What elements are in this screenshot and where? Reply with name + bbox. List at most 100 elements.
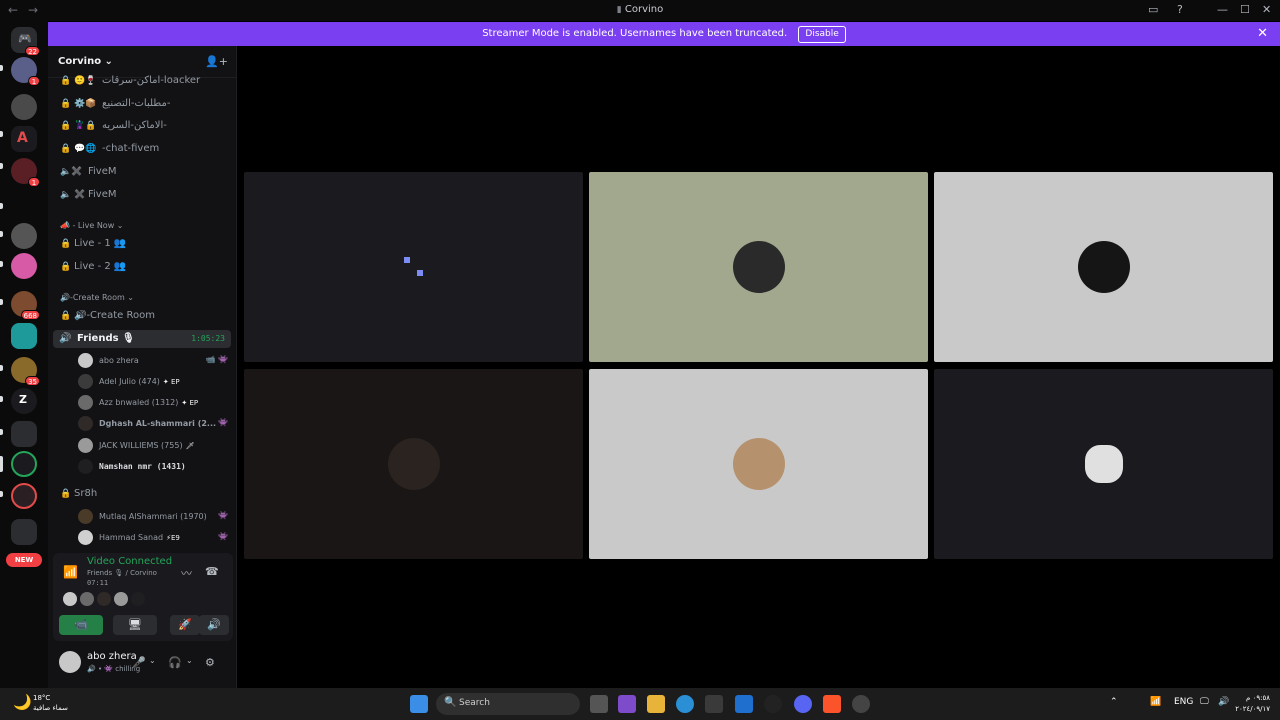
voice-user[interactable]: Namshan nmr (1431) xyxy=(78,458,228,476)
unread-pip xyxy=(0,299,3,305)
category-create-room[interactable]: 🔊-Create Room ⌄ xyxy=(60,293,134,302)
channel-item[interactable]: 🔈✖️FiveM xyxy=(60,189,230,207)
avatar[interactable] xyxy=(59,651,81,673)
invite-people-icon[interactable]: 👤+ xyxy=(205,55,228,68)
user-status-icons: 👾 xyxy=(218,418,228,427)
clock[interactable]: ٠٩:٥٨ م ٢٠٢٤/٠٩/١٧ xyxy=(1235,693,1270,715)
app-icon[interactable] xyxy=(764,695,782,713)
channel-name: 🔊-Create Room xyxy=(74,310,155,321)
video-tile[interactable] xyxy=(244,369,583,559)
voice-status[interactable]: Video Connected xyxy=(87,556,172,567)
voice-user[interactable]: Hammad Sanad ⚡E9 👾 xyxy=(78,529,228,547)
folder-icon[interactable] xyxy=(11,519,37,545)
microphone-icon[interactable]: 🎤 xyxy=(132,656,146,669)
chevron-down-icon[interactable]: ⌄ xyxy=(186,656,193,665)
file-explorer-icon[interactable] xyxy=(647,695,665,713)
edge-icon[interactable] xyxy=(676,695,694,713)
channel-item[interactable]: 🔒 ⚙️📦 مطلبات-التصنيع- xyxy=(60,98,230,116)
channel-item[interactable]: 🔈✖️FiveM xyxy=(60,166,230,184)
screen-share-button[interactable]: 🖥 xyxy=(113,615,157,635)
chevron-down-icon[interactable]: ⌄ xyxy=(149,656,156,665)
server-icon[interactable]: 1 xyxy=(11,158,40,187)
server-icon[interactable] xyxy=(11,483,37,509)
home-button[interactable]: 🎮 22 xyxy=(11,27,40,56)
username[interactable]: abo zhera xyxy=(87,651,137,662)
server-icon[interactable] xyxy=(11,223,37,249)
guild-header[interactable]: Corvino ⌄ 👤+ xyxy=(48,46,237,78)
channel-item[interactable]: 🔒 Live - 1 👥 xyxy=(60,238,230,256)
voice-user[interactable]: Mutlaq AlShammari (1970) 👾 xyxy=(78,508,228,526)
server-icon[interactable] xyxy=(11,253,37,279)
display-icon[interactable]: 🖵 xyxy=(1200,697,1209,707)
mail-icon[interactable] xyxy=(735,695,753,713)
channel-item[interactable]: 🔒 🦹🔒 الاماكن-السريه- xyxy=(60,120,230,138)
voice-user[interactable]: Azz bnwaled (1312) ✦ EP xyxy=(78,394,228,412)
brave-icon[interactable] xyxy=(823,695,841,713)
settings-icon[interactable]: ⚙ xyxy=(205,656,215,669)
soundboard-button[interactable]: 🔊 xyxy=(199,615,229,635)
server-icon[interactable] xyxy=(11,451,37,477)
unread-pip xyxy=(0,203,3,209)
activity-button[interactable]: 🚀 xyxy=(170,615,200,635)
moon-icon[interactable]: 🌙 xyxy=(13,693,32,711)
noise-suppression-icon[interactable]: 〰 xyxy=(181,565,192,581)
voice-user[interactable]: Dghash AL-shammari (2... 👾 xyxy=(78,415,228,433)
server-icon[interactable]: 35 xyxy=(11,357,40,386)
voice-user[interactable]: Adel Julio (474) ✦ EP xyxy=(78,373,228,391)
category-live-now[interactable]: 📣 - Live Now ⌄ xyxy=(60,221,123,230)
camera-button[interactable]: 📹 xyxy=(59,615,103,635)
server-icon[interactable] xyxy=(11,323,37,349)
start-icon[interactable] xyxy=(410,695,428,713)
guild-name[interactable]: Corvino ⌄ xyxy=(58,56,113,67)
inbox-icon[interactable]: ▭ xyxy=(1148,3,1158,16)
speaker-icon: 🔊 xyxy=(59,333,72,344)
volume-icon[interactable]: 🔊 xyxy=(1218,697,1229,707)
server-icon[interactable]: 1 xyxy=(11,57,40,86)
voice-user[interactable]: abo zhera 📹 👾 xyxy=(78,352,228,370)
voice-channel-path[interactable]: Friends 🎙 / Corvino xyxy=(87,569,157,577)
server-list: 🎮 22 1 A 1 668 35 Z NEW xyxy=(0,21,48,688)
signal-icon[interactable]: 📶 xyxy=(63,565,78,579)
active-voice-channel[interactable]: 🔊 Friends 🎙 1:05:23 xyxy=(53,330,231,348)
channel-item[interactable]: 🔒 Sr8h xyxy=(60,488,230,506)
server-icon[interactable]: Z xyxy=(11,388,37,414)
weather-temp[interactable]: 18°C xyxy=(33,694,50,702)
channel-emoji: 🦹🔒 xyxy=(74,121,97,131)
app-icon[interactable] xyxy=(618,695,636,713)
language-indicator[interactable]: ENG xyxy=(1174,697,1193,707)
discord-taskbar-icon[interactable] xyxy=(794,695,812,713)
app-icon[interactable] xyxy=(852,695,870,713)
wifi-icon[interactable]: 📶 xyxy=(1150,697,1161,707)
help-icon[interactable]: ? xyxy=(1177,3,1183,16)
video-tile[interactable] xyxy=(934,172,1273,362)
disconnect-icon[interactable]: ☎ xyxy=(205,565,219,578)
channel-item[interactable]: 🔒 Live - 2 👥 xyxy=(60,261,230,279)
channel-emoji: 💬🌐 xyxy=(74,144,97,154)
video-tile[interactable] xyxy=(244,172,583,362)
headphones-icon[interactable]: 🎧 xyxy=(168,656,182,669)
video-tile[interactable] xyxy=(589,369,928,559)
task-view-icon[interactable] xyxy=(590,695,608,713)
video-tile[interactable] xyxy=(934,369,1273,559)
server-icon[interactable]: A xyxy=(11,126,37,152)
disable-streamer-mode-button[interactable]: Disable xyxy=(798,26,846,43)
tray-up-icon[interactable]: ⌃ xyxy=(1110,697,1118,707)
minimize-button[interactable]: — xyxy=(1217,3,1228,16)
maximize-button[interactable]: ☐ xyxy=(1240,3,1250,16)
video-tile[interactable] xyxy=(589,172,928,362)
close-window-button[interactable]: ✕ xyxy=(1262,3,1271,16)
avatar xyxy=(131,592,145,606)
voice-user[interactable]: JACK WILLIEMS (755) 🗡 xyxy=(78,437,228,455)
server-icon[interactable] xyxy=(11,94,37,120)
channel-item[interactable]: 🔒 💬🌐 -chat-fivem xyxy=(60,143,230,161)
lock-icon: 🔒 xyxy=(60,311,72,321)
close-banner-icon[interactable]: ✕ xyxy=(1257,22,1268,46)
taskbar-search[interactable]: 🔍 Search xyxy=(436,693,580,715)
weather-desc[interactable]: سماء صافية xyxy=(33,704,68,712)
server-icon[interactable] xyxy=(11,421,37,447)
channel-item[interactable]: 🔒 🔊-Create Room xyxy=(60,310,230,328)
store-icon[interactable] xyxy=(705,695,723,713)
lock-icon: 🔒 xyxy=(60,144,72,154)
channel-item[interactable]: 🔒 🙂🍷 اماكن-سرقات-loacker xyxy=(60,75,230,93)
server-icon[interactable]: 668 xyxy=(11,291,40,320)
